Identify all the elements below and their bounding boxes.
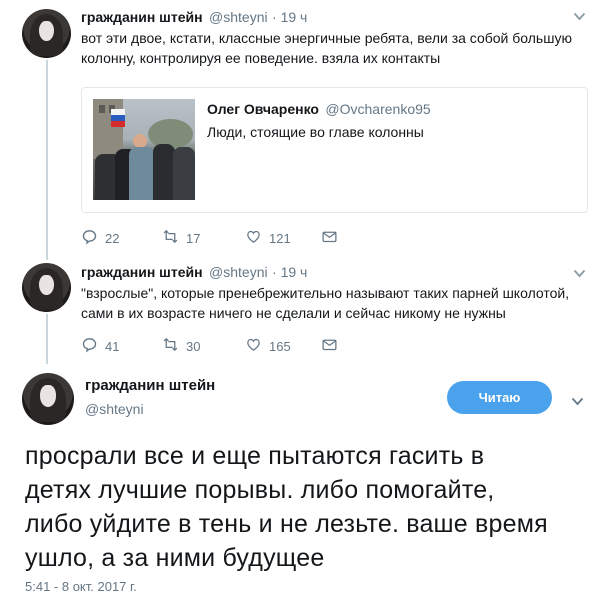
quoted-header: Олег Овчаренко @Ovcharenko95 bbox=[207, 101, 431, 119]
quoted-author-handle: @Ovcharenko95 bbox=[325, 101, 431, 117]
main-tweet: гражданин штейн @shteyni Читаю просрали … bbox=[0, 361, 605, 603]
reply-icon bbox=[81, 228, 98, 248]
author-handle[interactable]: @shteyni bbox=[209, 9, 268, 25]
tweet-time[interactable]: · 19 ч bbox=[272, 264, 307, 280]
retweet-count: 30 bbox=[186, 338, 201, 354]
tweet-time[interactable]: · 19 ч bbox=[272, 9, 307, 25]
avatar[interactable] bbox=[22, 373, 74, 425]
quoted-tweet[interactable]: Олег Овчаренко @Ovcharenko95 Люди, стоящ… bbox=[81, 87, 588, 213]
message-button[interactable] bbox=[321, 336, 338, 356]
retweet-button[interactable]: 30 bbox=[162, 336, 200, 356]
like-button[interactable]: 121 bbox=[245, 228, 291, 248]
tweet-2[interactable]: гражданин штейн @shteyni · 19 ч "взрослы… bbox=[0, 258, 605, 364]
reply-button[interactable]: 41 bbox=[81, 336, 119, 356]
author-name[interactable]: гражданин штейн bbox=[85, 377, 215, 394]
like-icon bbox=[245, 228, 262, 248]
tweet-actions: 41 30 165 bbox=[81, 336, 361, 356]
follow-button[interactable]: Читаю bbox=[447, 381, 552, 414]
tweet-text: вот эти двое, кстати, классные энергичны… bbox=[81, 30, 572, 66]
avatar[interactable] bbox=[22, 9, 71, 58]
main-tweet-text: просрали все и еще пытаются гасить в дет… bbox=[25, 442, 548, 572]
retweet-icon bbox=[162, 336, 179, 356]
tweet-header: гражданин штейн @shteyni · 19 ч bbox=[81, 264, 307, 282]
message-icon bbox=[321, 228, 338, 248]
like-count: 165 bbox=[269, 338, 291, 354]
tweet-1[interactable]: гражданин штейн @shteyni · 19 ч вот эти … bbox=[0, 0, 605, 260]
quoted-author-name: Олег Овчаренко bbox=[207, 101, 319, 117]
message-icon bbox=[321, 336, 338, 356]
reply-button[interactable]: 22 bbox=[81, 228, 119, 248]
thread-line bbox=[46, 60, 48, 260]
like-count: 121 bbox=[269, 230, 291, 246]
tweet-text: "взрослые", которые пренебрежительно наз… bbox=[81, 285, 570, 321]
quoted-text: Люди, стоящие во главе колонны bbox=[207, 124, 424, 140]
author-name[interactable]: гражданин штейн bbox=[81, 9, 203, 25]
tweet-timestamp[interactable]: 5:41 - 8 окт. 2017 г. bbox=[25, 579, 137, 594]
reply-count: 41 bbox=[105, 338, 120, 354]
chevron-down-icon[interactable] bbox=[573, 9, 586, 24]
retweet-button[interactable]: 17 bbox=[162, 228, 200, 248]
chevron-down-icon[interactable] bbox=[573, 266, 586, 281]
author-handle[interactable]: @shteyni bbox=[209, 264, 268, 280]
avatar[interactable] bbox=[22, 263, 71, 312]
author-handle[interactable]: @shteyni bbox=[85, 401, 144, 417]
like-icon bbox=[245, 336, 262, 356]
retweet-count: 17 bbox=[186, 230, 201, 246]
reply-icon bbox=[81, 336, 98, 356]
message-button[interactable] bbox=[321, 228, 338, 248]
author-name[interactable]: гражданин штейн bbox=[81, 264, 203, 280]
like-button[interactable]: 165 bbox=[245, 336, 291, 356]
chevron-down-icon[interactable] bbox=[571, 394, 584, 409]
quoted-photo[interactable] bbox=[93, 99, 195, 200]
tweet-header: гражданин штейн @shteyni · 19 ч bbox=[81, 9, 307, 27]
tweet-actions: 22 17 121 bbox=[81, 228, 361, 248]
thread-line bbox=[46, 314, 48, 364]
retweet-icon bbox=[162, 228, 179, 248]
reply-count: 22 bbox=[105, 230, 120, 246]
